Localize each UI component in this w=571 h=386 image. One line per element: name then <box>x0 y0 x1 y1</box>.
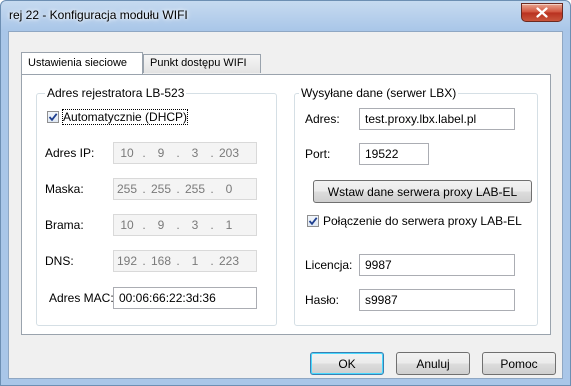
password-label: Hasło: <box>305 293 340 307</box>
ip-octet: 0 <box>225 182 233 196</box>
tab-network-settings[interactable]: Ustawienia sieciowe <box>21 52 143 74</box>
checkmark-icon <box>48 113 58 122</box>
close-icon <box>536 7 548 18</box>
ip-octet: 10 <box>120 218 134 232</box>
port-label: Port: <box>305 147 331 161</box>
ok-button[interactable]: OK <box>310 352 384 375</box>
ip-octet: 168 <box>150 254 172 268</box>
ip-octet: 9 <box>157 146 165 160</box>
help-button[interactable]: Pomoc <box>482 352 556 375</box>
gateway-label: Brama: <box>45 218 84 232</box>
recorder-address-group: Adres rejestratora LB-523 Automatycznie … <box>36 86 277 326</box>
title-bar[interactable]: rej 22 - Konfiguracja modułu WIFI <box>1 1 570 31</box>
ip-octet: 9 <box>157 218 165 232</box>
ip-address-label: Adres IP: <box>45 146 95 160</box>
window-title: rej 22 - Konfiguracja modułu WIFI <box>9 8 188 22</box>
server-address-label: Adres: <box>305 112 340 126</box>
mac-address-label: Adres MAC: <box>49 291 114 305</box>
tab-wifi-access-point[interactable]: Punkt dostępu WIFI <box>143 54 261 73</box>
ip-address-field[interactable]: 10. 9. 3. 203 <box>113 142 257 164</box>
mask-label: Maska: <box>45 182 84 196</box>
ip-octet: 1 <box>191 254 199 268</box>
license-field[interactable]: 9987 <box>359 254 515 276</box>
tab-label: Punkt dostępu WIFI <box>150 57 247 69</box>
dns-field[interactable]: 192. 168. 1. 223 <box>113 250 257 272</box>
ip-octet: 3 <box>191 218 199 232</box>
close-button[interactable] <box>521 3 563 22</box>
insert-proxy-server-button[interactable]: Wstaw dane serwera proxy LAB-EL <box>313 180 532 203</box>
ip-octet: 10 <box>120 146 134 160</box>
ip-octet: 3 <box>191 146 199 160</box>
tab-panel-network: Adres rejestratora LB-523 Automatycznie … <box>21 74 551 335</box>
password-field[interactable]: s9987 <box>359 289 515 311</box>
ip-octet: 1 <box>225 218 233 232</box>
port-field[interactable]: 19522 <box>359 143 429 165</box>
proxy-connection-checkbox[interactable]: Połączenie do serwera proxy LAB-EL <box>307 213 522 229</box>
checkbox-box[interactable] <box>47 111 59 123</box>
checkmark-icon <box>308 217 318 226</box>
ip-octet: 255 <box>184 182 206 196</box>
dns-label: DNS: <box>45 254 74 268</box>
cancel-button[interactable]: Anuluj <box>396 352 470 375</box>
ip-octet: 255 <box>150 182 172 196</box>
ip-octet: 203 <box>218 146 240 160</box>
ip-octet: 192 <box>116 254 138 268</box>
mask-field[interactable]: 255. 255. 255. 0 <box>113 178 257 200</box>
dialog-window: rej 22 - Konfiguracja modułu WIFI Ustawi… <box>0 0 571 386</box>
checkbox-box[interactable] <box>307 215 319 227</box>
ip-octet: 255 <box>116 182 138 196</box>
gateway-field[interactable]: 10. 9. 3. 1 <box>113 214 257 236</box>
tab-label: Ustawienia sieciowe <box>28 57 128 69</box>
dhcp-checkbox[interactable]: Automatycznie (DHCP) <box>47 109 189 125</box>
server-data-group: Wysyłane dane (serwer LBX) Adres: test.p… <box>294 86 538 326</box>
group-title: Wysyłane dane (serwer LBX) <box>299 86 459 100</box>
dialog-client: Ustawienia sieciowe Punkt dostępu WIFI A… <box>8 31 563 379</box>
group-title: Adres rejestratora LB-523 <box>45 86 187 100</box>
server-address-field[interactable]: test.proxy.lbx.label.pl <box>359 108 515 130</box>
mac-address-field[interactable]: 00:06:66:22:3d:36 <box>113 287 257 309</box>
license-label: Licencja: <box>305 258 353 272</box>
ip-octet: 223 <box>218 254 240 268</box>
dhcp-label: Automatycznie (DHCP) <box>61 109 189 125</box>
proxy-connection-label: Połączenie do serwera proxy LAB-EL <box>323 214 522 228</box>
